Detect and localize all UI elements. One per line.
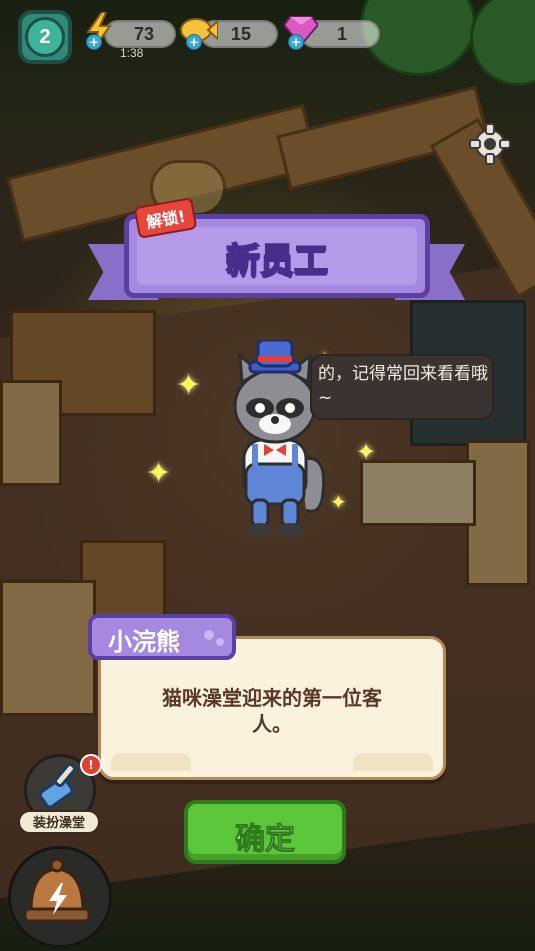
sparkle-icon: ✦ — [176, 368, 202, 403]
lightning-icon: + — [80, 10, 118, 50]
energy-value: 73 — [133, 24, 155, 44]
gem-icon: + — [282, 10, 320, 50]
character-name-tag: 小浣熊 — [88, 614, 236, 660]
sparkle-icon: ✦ — [146, 456, 172, 491]
character-description: 猫咪澡堂迎来的第一位客人。 — [162, 686, 382, 736]
level-badge[interactable]: 2 — [18, 10, 72, 64]
confirm-button[interactable]: 确定 — [184, 800, 346, 864]
add-energy-icon[interactable]: + — [86, 34, 102, 50]
banner-title: 新员工 — [225, 240, 329, 282]
cloud-decoration — [111, 753, 191, 771]
confirm-label: 确定 — [235, 822, 296, 858]
character-name: 小浣熊 — [108, 628, 180, 656]
dress-up-label: 装扮澡堂 — [18, 810, 100, 834]
dress-up-bathhouse-button[interactable]: ! 装扮澡堂 — [18, 754, 102, 836]
cloud-decoration — [353, 753, 433, 771]
level-number: 2 — [25, 17, 65, 57]
add-coins-icon[interactable]: + — [186, 34, 202, 50]
speech-text: 的，记得常回来看看哦~ — [318, 364, 488, 408]
fish-coin-icon: + — [180, 10, 218, 50]
notification-badge: ! — [80, 754, 102, 776]
paw-icon — [216, 638, 224, 646]
settings-gear-icon[interactable] — [468, 122, 512, 166]
speech-bubble: 的，记得常回来看看哦~ — [310, 354, 494, 420]
sparkle-icon: ✦ — [356, 438, 377, 466]
sparkle-icon: ✦ — [330, 490, 347, 514]
bell-button[interactable] — [8, 846, 112, 948]
paw-icon — [204, 630, 214, 640]
energy-timer: 1:38 — [120, 46, 144, 60]
bell-icon — [23, 857, 91, 923]
add-gems-icon[interactable]: + — [288, 34, 304, 50]
